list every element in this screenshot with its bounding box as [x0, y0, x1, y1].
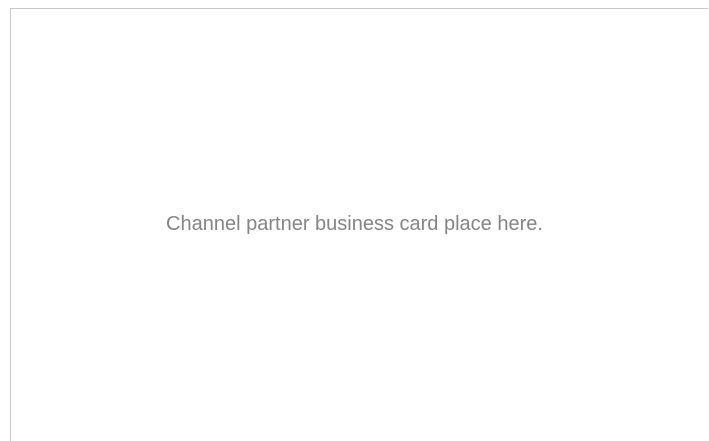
business-card-placeholder-text: Channel partner business card place here… — [166, 213, 543, 235]
